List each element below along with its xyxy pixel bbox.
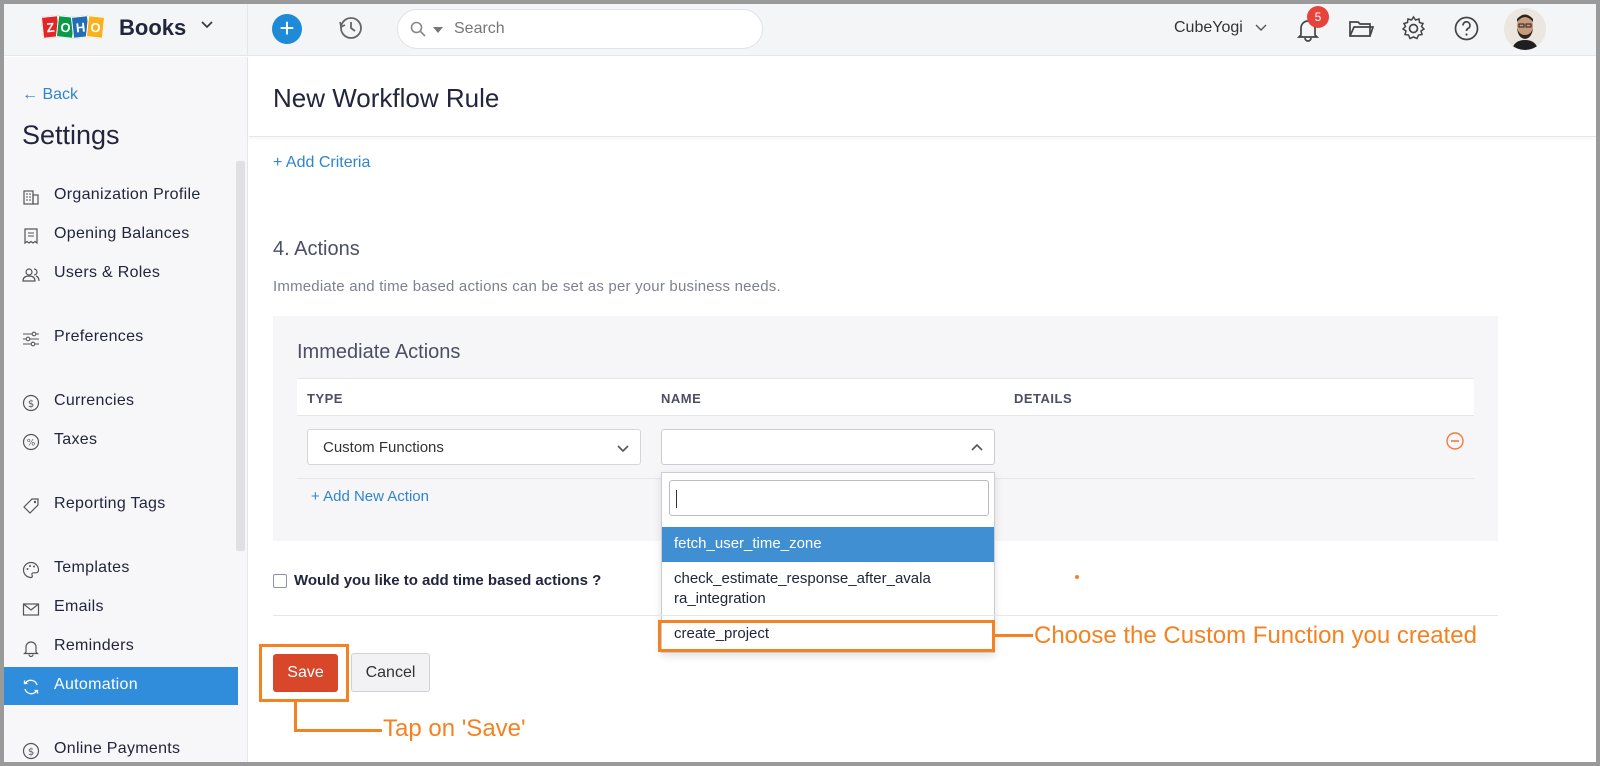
column-header-name: NAME (661, 391, 702, 406)
sidebar-item-templates[interactable]: Templates (4, 550, 238, 588)
sync-icon (23, 679, 39, 695)
action-type-select[interactable]: Custom Functions (307, 429, 641, 465)
annotation-connector (995, 634, 1033, 637)
checkbox[interactable] (273, 574, 287, 588)
chevron-down-icon[interactable] (1255, 21, 1267, 33)
gear-icon[interactable] (1400, 15, 1427, 42)
zoho-logo: ZOHO (40, 15, 106, 39)
top-bar: ZOHO Books + CubeYogi 5 (4, 4, 1596, 56)
arrow-left-icon: ← (22, 86, 38, 103)
back-link[interactable]: ← Back (22, 86, 78, 104)
sidebar-item-organization-profile[interactable]: Organization Profile (4, 177, 238, 215)
brand-switcher[interactable]: ZOHO Books (4, 4, 248, 56)
chevron-down-icon (617, 445, 629, 453)
sidebar-item-label: Templates (54, 559, 130, 576)
sidebar-item-label: Emails (54, 598, 104, 615)
actions-table-header: TYPE NAME DETAILS (297, 378, 1474, 416)
sidebar-item-reminders[interactable]: Reminders (4, 628, 238, 666)
sidebar-item-preferences[interactable]: Preferences (4, 319, 238, 357)
dropdown-option[interactable]: fetch_user_time_zone (662, 527, 994, 562)
remove-action-icon[interactable] (1445, 431, 1465, 451)
action-type-value: Custom Functions (323, 439, 444, 456)
add-new-action-link[interactable]: + Add New Action (311, 488, 429, 505)
ledger-icon (24, 228, 38, 245)
sidebar-item-opening-balances[interactable]: Opening Balances (4, 216, 238, 254)
sidebar-item-label: Organization Profile (54, 186, 201, 203)
chevron-up-icon (971, 443, 983, 451)
sidebar-item-label: Reminders (54, 637, 135, 654)
notification-count-badge: 5 (1307, 6, 1329, 28)
annotation-connector (294, 702, 297, 731)
user-avatar[interactable] (1504, 8, 1546, 50)
time-based-actions-label: Would you like to add time based actions… (294, 572, 602, 589)
help-icon[interactable] (1453, 15, 1480, 42)
annotation-dot (1075, 575, 1079, 579)
sidebar-item-label: Reporting Tags (54, 495, 166, 512)
dropdown-option[interactable]: check_estimate_response_after_avala ra_i… (662, 569, 994, 611)
divider (273, 615, 1498, 616)
actions-description: Immediate and time based actions can be … (273, 278, 781, 295)
column-header-type: TYPE (307, 391, 343, 406)
text-cursor (676, 490, 677, 508)
search-scope-caret-icon[interactable] (433, 27, 443, 33)
sidebar-item-taxes[interactable]: % Taxes (4, 422, 238, 460)
quick-create-button[interactable]: + (272, 14, 302, 44)
search-input[interactable] (454, 18, 744, 40)
sidebar-item-currencies[interactable]: $ Currencies (4, 383, 238, 421)
sidebar-title: Settings (22, 120, 120, 150)
svg-text:%: % (27, 439, 36, 449)
tag-icon (23, 498, 39, 514)
building-icon (23, 190, 39, 205)
sidebar-item-label: Online Payments (54, 740, 181, 757)
mail-icon (22, 603, 40, 616)
organization-name[interactable]: CubeYogi (1174, 19, 1243, 37)
annotation-choose-function: Choose the Custom Function you created (1034, 622, 1477, 649)
folder-icon[interactable] (1348, 16, 1374, 42)
page-header: New Workflow Rule (249, 57, 1596, 137)
palette-icon (22, 561, 40, 579)
sliders-icon (23, 331, 39, 347)
main-content: New Workflow Rule + Add Criteria 4. Acti… (249, 57, 1596, 762)
app-window: ZOHO Books + CubeYogi 5 (0, 0, 1600, 766)
chevron-down-icon[interactable] (200, 18, 214, 32)
cancel-button[interactable]: Cancel (351, 653, 430, 692)
actions-section-title: 4. Actions (273, 238, 360, 260)
global-search[interactable] (397, 9, 763, 49)
brand-name: Books (119, 15, 187, 40)
svg-text:$: $ (28, 399, 34, 410)
annotation-connector (294, 729, 382, 732)
sidebar-item-label: Opening Balances (54, 225, 190, 242)
percent-icon: % (22, 433, 40, 451)
page-title: New Workflow Rule (273, 83, 500, 113)
annotation-highlight-save (259, 644, 349, 702)
sidebar-item-label: Automation (54, 676, 138, 693)
sidebar-item-label: Currencies (54, 392, 135, 409)
sidebar-item-emails[interactable]: Emails (4, 589, 238, 627)
add-criteria-link[interactable]: + Add Criteria (273, 154, 370, 172)
sidebar-item-label: Taxes (54, 431, 98, 448)
search-icon (410, 21, 426, 37)
action-name-select[interactable] (661, 429, 995, 465)
column-header-details: DETAILS (1014, 391, 1073, 406)
immediate-actions-title: Immediate Actions (297, 341, 461, 363)
sidebar-item-users-roles[interactable]: Users & Roles (4, 255, 238, 293)
currency-icon: $ (22, 394, 40, 412)
payment-icon: $ (22, 742, 40, 760)
settings-sidebar: ← Back Settings Organization Profile Ope… (4, 57, 248, 762)
sidebar-item-label: Preferences (54, 328, 144, 345)
dropdown-search-input[interactable] (669, 480, 989, 516)
annotation-highlight-create-project (658, 620, 995, 652)
sidebar-item-reporting-tags[interactable]: Reporting Tags (4, 486, 238, 524)
users-icon (22, 268, 40, 282)
svg-text:$: $ (28, 747, 34, 758)
annotation-tap-save: Tap on 'Save' (383, 715, 526, 742)
history-icon[interactable] (337, 14, 365, 42)
bell-icon (23, 641, 39, 657)
sidebar-item-online-payments[interactable]: $ Online Payments (4, 731, 238, 762)
sidebar-item-automation[interactable]: Automation (4, 667, 238, 705)
sidebar-item-label: Users & Roles (54, 264, 161, 281)
